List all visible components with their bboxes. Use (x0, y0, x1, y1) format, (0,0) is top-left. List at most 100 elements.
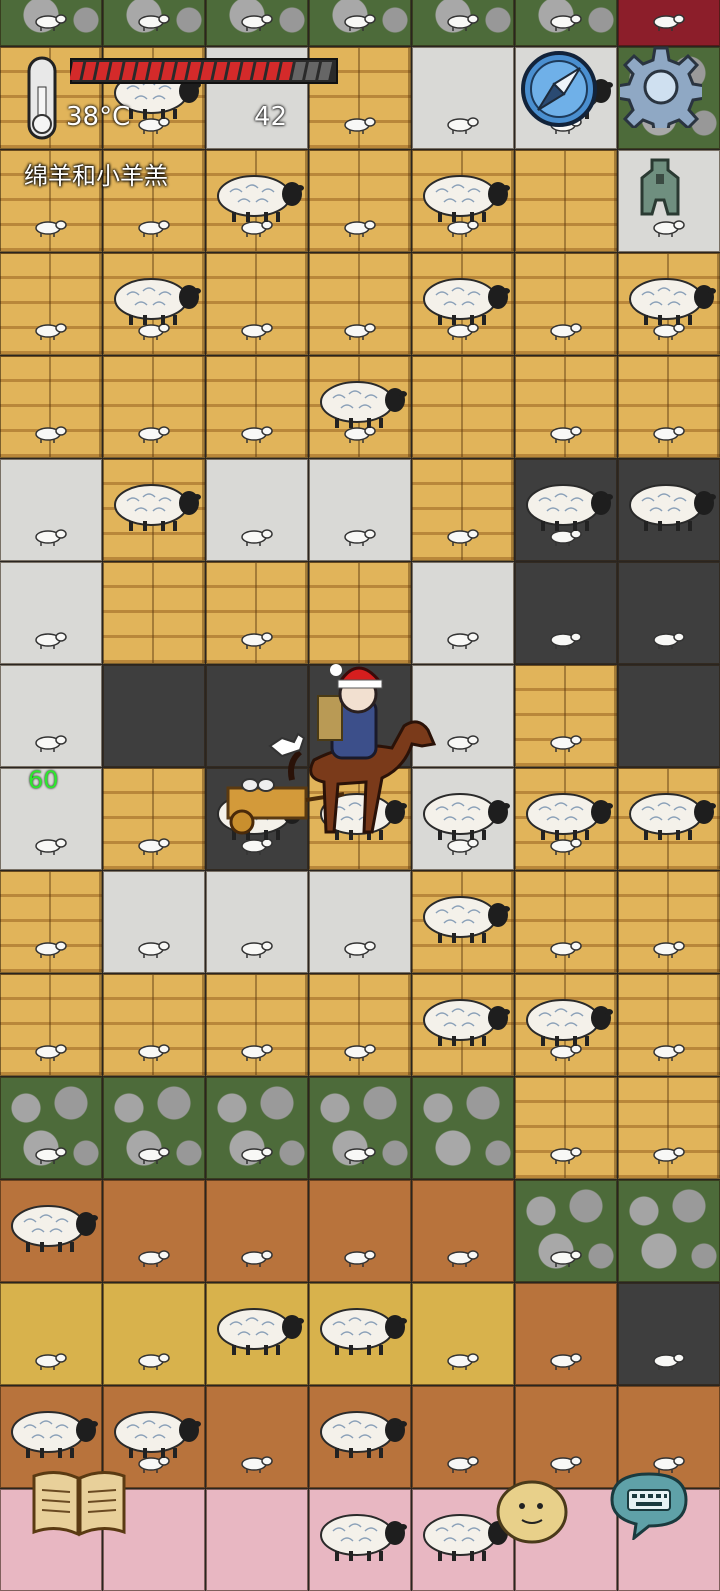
book-icon[interactable] (30, 1468, 128, 1538)
lamb[interactable] (135, 834, 171, 856)
ground-tile[interactable] (206, 1489, 308, 1591)
lamb[interactable] (238, 1143, 274, 1165)
lamb[interactable] (238, 1040, 274, 1062)
sheep[interactable] (622, 273, 716, 327)
ground-tile[interactable] (412, 356, 514, 458)
lamb[interactable] (341, 319, 377, 341)
lamb[interactable] (238, 10, 274, 32)
lamb[interactable] (547, 937, 583, 959)
sheep[interactable] (107, 479, 201, 533)
lamb[interactable] (238, 1246, 274, 1268)
emote-face-icon[interactable] (494, 1474, 570, 1544)
sheep[interactable] (313, 1303, 407, 1357)
lamb[interactable] (547, 628, 583, 650)
lamb[interactable] (650, 1143, 686, 1165)
lamb[interactable] (341, 1040, 377, 1062)
lamb[interactable] (135, 1143, 171, 1165)
lamb[interactable] (341, 10, 377, 32)
lamb[interactable] (238, 319, 274, 341)
lamb[interactable] (32, 1040, 68, 1062)
sheep[interactable] (313, 1509, 407, 1563)
sheep[interactable] (416, 170, 510, 224)
lamb[interactable] (135, 422, 171, 444)
lamb[interactable] (547, 10, 583, 32)
sheep[interactable] (416, 994, 510, 1048)
lamb[interactable] (32, 216, 68, 238)
sheep[interactable] (313, 376, 407, 430)
lamb[interactable] (238, 628, 274, 650)
lamb[interactable] (238, 525, 274, 547)
lamb[interactable] (32, 422, 68, 444)
player-on-horse-cart[interactable] (222, 660, 442, 840)
lamb[interactable] (32, 628, 68, 650)
lamb[interactable] (444, 1349, 480, 1371)
ground-tile[interactable] (103, 562, 205, 664)
lamb[interactable] (650, 628, 686, 650)
lamb[interactable] (135, 1040, 171, 1062)
lamb[interactable] (444, 731, 480, 753)
ground-tile[interactable] (103, 665, 205, 767)
lamb[interactable] (341, 113, 377, 135)
lamb[interactable] (547, 1143, 583, 1165)
sheep[interactable] (519, 994, 613, 1048)
lamb[interactable] (32, 834, 68, 856)
lamb[interactable] (341, 1246, 377, 1268)
ground-tile[interactable] (618, 1180, 720, 1282)
sheep[interactable] (107, 273, 201, 327)
sheep[interactable] (313, 1406, 407, 1460)
lamb[interactable] (547, 319, 583, 341)
ground-tile[interactable] (309, 562, 411, 664)
lamb[interactable] (444, 113, 480, 135)
sheep[interactable] (519, 788, 613, 842)
sheep[interactable] (622, 788, 716, 842)
lamb[interactable] (32, 525, 68, 547)
lamb[interactable] (238, 937, 274, 959)
lamb[interactable] (650, 422, 686, 444)
sheep[interactable] (210, 1303, 304, 1357)
lamb[interactable] (547, 1452, 583, 1474)
lamb[interactable] (650, 937, 686, 959)
compass-icon[interactable] (520, 50, 598, 128)
spade-coin-icon[interactable] (632, 156, 688, 224)
sheep[interactable] (107, 1406, 201, 1460)
lamb[interactable] (32, 1143, 68, 1165)
sheep[interactable] (416, 273, 510, 327)
sheep[interactable] (622, 479, 716, 533)
lamb[interactable] (32, 937, 68, 959)
sheep[interactable] (519, 479, 613, 533)
lamb[interactable] (444, 10, 480, 32)
ground-tile[interactable] (412, 1077, 514, 1179)
lamb[interactable] (650, 1349, 686, 1371)
lamb[interactable] (341, 1143, 377, 1165)
lamb[interactable] (135, 1349, 171, 1371)
lamb[interactable] (650, 1040, 686, 1062)
lamb[interactable] (341, 525, 377, 547)
sheep[interactable] (4, 1200, 98, 1254)
lamb[interactable] (135, 1246, 171, 1268)
ground-tile[interactable] (515, 150, 617, 252)
lamb[interactable] (444, 1452, 480, 1474)
lamb[interactable] (135, 216, 171, 238)
lamb[interactable] (135, 10, 171, 32)
lamb[interactable] (32, 319, 68, 341)
lamb[interactable] (547, 1246, 583, 1268)
lamb[interactable] (547, 1349, 583, 1371)
lamb[interactable] (444, 628, 480, 650)
lamb[interactable] (444, 1246, 480, 1268)
lamb[interactable] (238, 1452, 274, 1474)
ground-tile[interactable] (618, 665, 720, 767)
gear-icon[interactable] (620, 46, 702, 128)
lamb[interactable] (547, 731, 583, 753)
lamb[interactable] (444, 525, 480, 547)
lamb[interactable] (135, 937, 171, 959)
lamb[interactable] (32, 10, 68, 32)
lamb[interactable] (238, 422, 274, 444)
sheep[interactable] (416, 891, 510, 945)
lamb[interactable] (32, 731, 68, 753)
lamb[interactable] (650, 10, 686, 32)
sheep[interactable] (4, 1406, 98, 1460)
lamb[interactable] (32, 1349, 68, 1371)
lamb[interactable] (341, 937, 377, 959)
lamb[interactable] (341, 216, 377, 238)
keyboard-icon[interactable] (606, 1470, 692, 1540)
